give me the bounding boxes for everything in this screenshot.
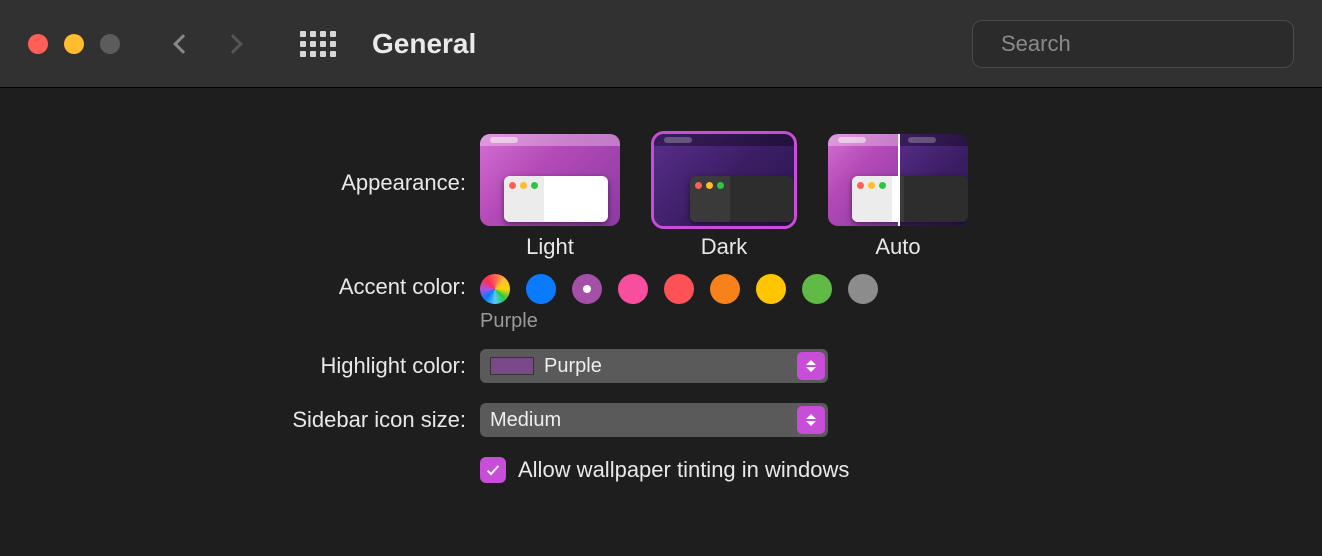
search-input[interactable] — [1001, 31, 1289, 57]
page-title: General — [372, 28, 476, 60]
highlight-value: Purple — [544, 355, 602, 378]
back-button[interactable] — [173, 34, 193, 54]
appearance-option-light[interactable]: Light — [480, 134, 620, 260]
sidebar-size-select[interactable]: Medium — [480, 403, 828, 437]
accent-red[interactable] — [664, 274, 694, 304]
accent-pink[interactable] — [618, 274, 648, 304]
appearance-auto-label: Auto — [875, 234, 920, 260]
appearance-option-dark[interactable]: Dark — [654, 134, 794, 260]
window-controls — [28, 34, 120, 54]
accent-orange[interactable] — [710, 274, 740, 304]
appearance-dark-label: Dark — [701, 234, 747, 260]
toolbar: General — [0, 0, 1322, 88]
accent-purple[interactable] — [572, 274, 602, 304]
sidebar-size-value: Medium — [490, 409, 561, 432]
accent-graphite[interactable] — [848, 274, 878, 304]
show-all-icon[interactable] — [300, 31, 336, 57]
select-stepper-icon — [797, 352, 825, 380]
wallpaper-tinting-label: Allow wallpaper tinting in windows — [518, 457, 849, 483]
accent-color-options — [480, 274, 878, 304]
highlight-color-select[interactable]: Purple — [480, 349, 828, 383]
search-field[interactable] — [972, 20, 1294, 68]
accent-yellow[interactable] — [756, 274, 786, 304]
accent-label: Accent color: — [0, 274, 480, 300]
wallpaper-tinting-checkbox[interactable] — [480, 457, 506, 483]
sidebar-size-label: Sidebar icon size: — [0, 407, 480, 433]
zoom-window-button[interactable] — [100, 34, 120, 54]
checkmark-icon — [485, 462, 501, 478]
minimize-window-button[interactable] — [64, 34, 84, 54]
forward-button — [223, 34, 243, 54]
appearance-option-auto[interactable]: Auto — [828, 134, 968, 260]
appearance-light-label: Light — [526, 234, 574, 260]
select-stepper-icon — [797, 406, 825, 434]
close-window-button[interactable] — [28, 34, 48, 54]
accent-multicolor[interactable] — [480, 274, 510, 304]
highlight-swatch — [490, 357, 534, 375]
accent-blue[interactable] — [526, 274, 556, 304]
highlight-label: Highlight color: — [0, 353, 480, 379]
content: Appearance: Light — [0, 88, 1322, 483]
accent-green[interactable] — [802, 274, 832, 304]
appearance-options: Light Dark — [480, 134, 968, 260]
appearance-label: Appearance: — [0, 134, 480, 196]
nav-arrows — [176, 37, 240, 51]
accent-selected-name: Purple — [480, 310, 878, 333]
